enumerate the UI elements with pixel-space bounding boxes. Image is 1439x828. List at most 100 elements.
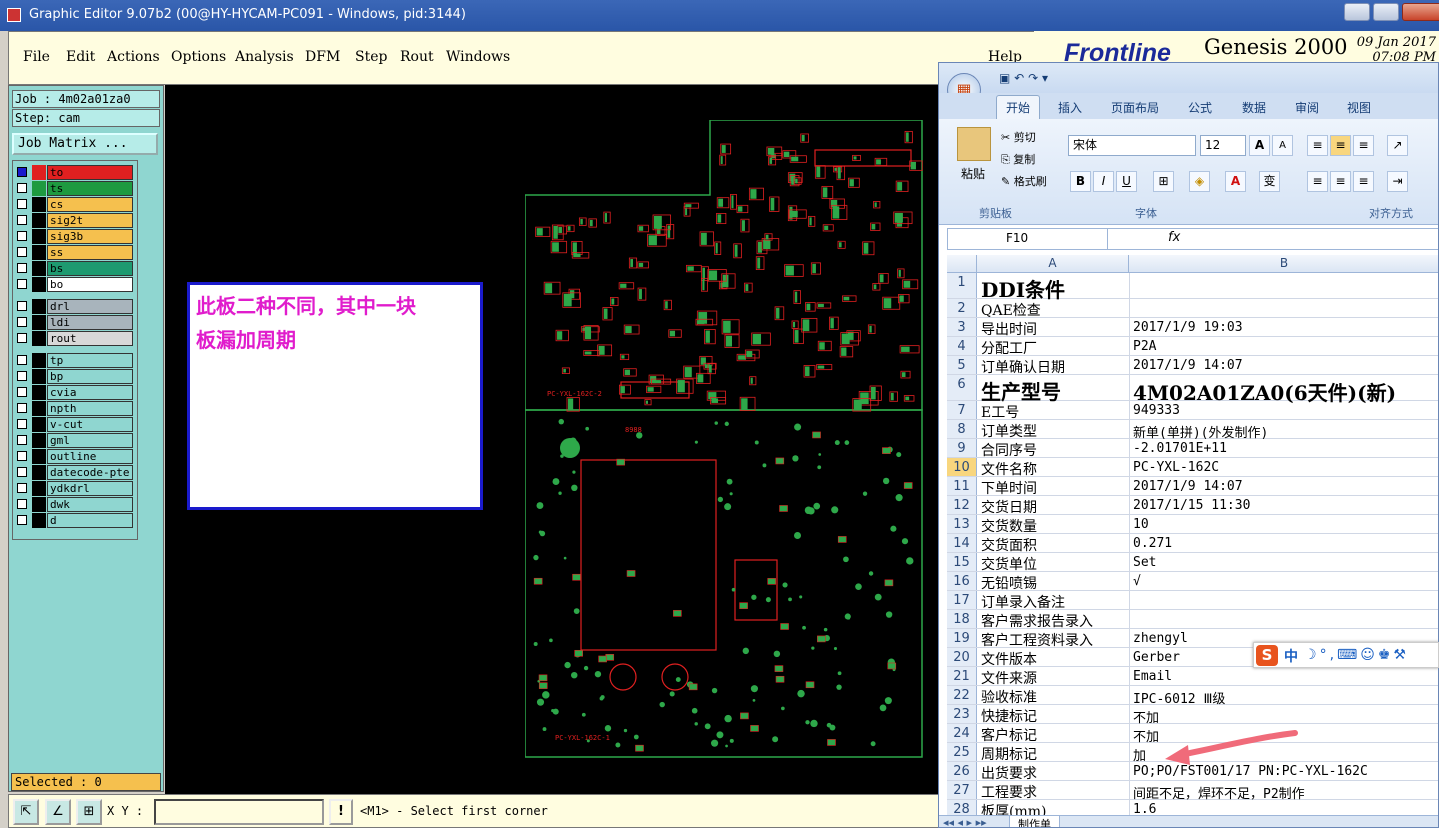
layer-row-cs[interactable]: cs: [15, 197, 135, 212]
layer-color-swatch[interactable]: [32, 165, 46, 180]
font-color-button[interactable]: A: [1225, 171, 1246, 192]
bold-button[interactable]: B: [1070, 171, 1091, 192]
layer-checkbox[interactable]: [17, 355, 27, 365]
align-right-button[interactable]: ≡: [1353, 171, 1374, 192]
layer-checkbox[interactable]: [17, 263, 27, 273]
layer-color-swatch[interactable]: [32, 245, 46, 260]
cell-b[interactable]: -2.01701E+11: [1129, 439, 1438, 457]
cell-a[interactable]: 订单确认日期: [981, 356, 1128, 376]
select-all-corner[interactable]: [947, 255, 977, 273]
row-number[interactable]: 24: [947, 724, 977, 742]
layer-color-swatch[interactable]: [32, 331, 46, 346]
user-icon[interactable]: ☺: [1360, 647, 1378, 663]
layer-row-datecode-pte[interactable]: datecode-pte: [15, 465, 135, 480]
layer-row-d[interactable]: d: [15, 513, 135, 528]
cell-a[interactable]: 分配工厂: [981, 337, 1128, 357]
layer-color-swatch[interactable]: [32, 449, 46, 464]
phonetic-button[interactable]: 变: [1259, 171, 1280, 192]
layer-name[interactable]: tp: [47, 353, 133, 368]
layer-color-swatch[interactable]: [32, 261, 46, 276]
sogou-logo-icon[interactable]: S: [1256, 645, 1278, 666]
cell-a[interactable]: 文件来源: [981, 667, 1128, 687]
job-matrix-button[interactable]: Job Matrix ...: [12, 133, 158, 155]
align-bottom-button[interactable]: ≡: [1353, 135, 1374, 156]
keyboard-icon[interactable]: ⌨: [1337, 647, 1360, 663]
layer-checkbox[interactable]: [17, 515, 27, 525]
cell-b[interactable]: √: [1129, 572, 1438, 590]
layer-row-to[interactable]: to: [15, 165, 135, 180]
cell-b[interactable]: P2A: [1129, 337, 1438, 355]
layer-color-swatch[interactable]: [32, 465, 46, 480]
save-icon[interactable]: ▣: [999, 71, 1010, 85]
layer-color-swatch[interactable]: [32, 353, 46, 368]
layer-checkbox[interactable]: [17, 483, 27, 493]
layer-name[interactable]: npth: [47, 401, 133, 416]
name-box[interactable]: F10: [948, 229, 1108, 249]
row-number[interactable]: 21: [947, 667, 977, 685]
align-center-button[interactable]: ≡: [1330, 171, 1351, 192]
paste-icon[interactable]: [957, 127, 991, 161]
cell-b[interactable]: 新单(单拼)(外发制作): [1129, 420, 1438, 441]
cell-b[interactable]: IPC-6012 Ⅲ级: [1129, 686, 1438, 707]
tab-insert[interactable]: 插入: [1058, 99, 1082, 116]
align-left-button[interactable]: ≡: [1307, 171, 1328, 192]
row-number[interactable]: 1: [947, 273, 977, 298]
layer-name[interactable]: gml: [47, 433, 133, 448]
font-name-box[interactable]: 宋体: [1068, 135, 1196, 156]
cell-b[interactable]: Set: [1129, 553, 1438, 571]
cell-a[interactable]: 周期标记: [981, 743, 1128, 763]
cell-b[interactable]: 2017/1/9 14:07: [1129, 356, 1438, 374]
cell-b[interactable]: Email: [1129, 667, 1438, 685]
cell-a[interactable]: 出货要求: [981, 762, 1128, 782]
minimize-button[interactable]: [1344, 3, 1370, 21]
shrink-font-button[interactable]: A: [1272, 135, 1293, 156]
redo-icon[interactable]: ↷: [1028, 71, 1038, 85]
layer-checkbox[interactable]: [17, 387, 27, 397]
layer-checkbox[interactable]: [17, 403, 27, 413]
row-number[interactable]: 11: [947, 477, 977, 495]
menu-options[interactable]: Options: [171, 49, 226, 65]
cell-b[interactable]: 不加: [1129, 705, 1438, 726]
layer-name[interactable]: ss: [47, 245, 133, 260]
layer-checkbox[interactable]: [17, 419, 27, 429]
layer-name[interactable]: v-cut: [47, 417, 133, 432]
menu-analysis[interactable]: Analysis: [235, 49, 294, 65]
cell-a[interactable]: 文件版本: [981, 648, 1128, 668]
row-number[interactable]: 10: [947, 458, 977, 476]
layer-name[interactable]: drl: [47, 299, 133, 314]
row-number[interactable]: 17: [947, 591, 977, 609]
row-number[interactable]: 23: [947, 705, 977, 723]
row-number[interactable]: 16: [947, 572, 977, 590]
undo-icon[interactable]: ↶: [1014, 71, 1024, 85]
xy-input[interactable]: [154, 799, 324, 825]
layer-color-swatch[interactable]: [32, 433, 46, 448]
row-number[interactable]: 25: [947, 743, 977, 761]
menu-file[interactable]: File: [23, 49, 50, 65]
layer-name[interactable]: dwk: [47, 497, 133, 512]
cell-b[interactable]: [1129, 273, 1438, 298]
layer-row-dwk[interactable]: dwk: [15, 497, 135, 512]
layer-row-bo[interactable]: bo: [15, 277, 135, 292]
skin-icon[interactable]: ♚: [1378, 647, 1394, 663]
layer-checkbox[interactable]: [17, 333, 27, 343]
layer-row-sig3b[interactable]: sig3b: [15, 229, 135, 244]
cell-b[interactable]: 4M02A01ZA0(6天件)(新): [1129, 375, 1438, 405]
layer-row-tp[interactable]: tp: [15, 353, 135, 368]
layer-name[interactable]: bs: [47, 261, 133, 276]
zoom-window-button[interactable]: ⇱: [13, 799, 39, 825]
layer-row-ldi[interactable]: ldi: [15, 315, 135, 330]
menu-dfm[interactable]: DFM: [305, 49, 340, 65]
layer-row-drl[interactable]: drl: [15, 299, 135, 314]
align-middle-button[interactable]: ≡: [1330, 135, 1351, 156]
orientation-button[interactable]: ↗: [1387, 135, 1408, 156]
sheet-nav-icon[interactable]: ◂◂ ◂ ▸ ▸▸: [943, 816, 987, 827]
row-number[interactable]: 20: [947, 648, 977, 666]
row-number[interactable]: 22: [947, 686, 977, 704]
layer-checkbox[interactable]: [17, 467, 27, 477]
layer-name[interactable]: sig2t: [47, 213, 133, 228]
layer-checkbox[interactable]: [17, 247, 27, 257]
layer-name[interactable]: ts: [47, 181, 133, 196]
cell-b[interactable]: 0.271: [1129, 534, 1438, 552]
row-number[interactable]: 13: [947, 515, 977, 533]
grid-button[interactable]: ⊞: [76, 799, 102, 825]
